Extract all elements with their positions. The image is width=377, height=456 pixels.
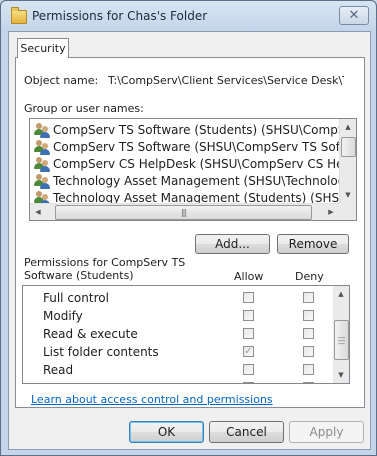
list-item-label: CompServ CS HelpDesk (SHSU\CompServ CS H…: [53, 157, 357, 171]
scroll-up-icon[interactable]: ▲: [333, 286, 349, 302]
deny-checkbox[interactable]: [303, 346, 314, 357]
list-item[interactable]: CompServ TS Software (Students) (SHSU\Co…: [34, 121, 357, 139]
allow-checkbox-checked[interactable]: ✓: [243, 346, 254, 357]
ok-button[interactable]: OK: [129, 421, 204, 443]
group-list-vertical-scrollbar[interactable]: ▲ ▼: [339, 119, 356, 203]
scroll-left-icon[interactable]: ◀: [30, 204, 46, 220]
scrollbar-corner: [339, 203, 356, 220]
permission-name: List folder contents: [43, 345, 159, 359]
scroll-down-icon[interactable]: ▼: [340, 187, 356, 203]
permission-row: Full control: [23, 289, 331, 307]
apply-button[interactable]: Apply: [289, 421, 364, 443]
close-button[interactable]: ✕: [339, 6, 369, 25]
scroll-right-icon[interactable]: ▶: [323, 204, 339, 220]
deny-checkbox[interactable]: [303, 364, 314, 375]
remove-button[interactable]: Remove: [277, 234, 349, 254]
resize-grip-icon[interactable]: [363, 442, 373, 452]
permission-name: Read & execute: [43, 327, 138, 341]
user-group-icon: [34, 156, 50, 172]
list-item[interactable]: Technology Asset Management (SHSU\Techno…: [34, 172, 357, 190]
user-group-icon: [34, 122, 50, 138]
permissions-dialog: Permissions for Chas's Folder ✕ Security…: [0, 0, 377, 456]
allow-checkbox[interactable]: [243, 382, 254, 383]
scrollbar-thumb[interactable]: |||: [55, 205, 312, 220]
permission-name: Modify: [43, 309, 83, 323]
permission-name: Read: [43, 363, 74, 377]
permission-row-partial: [23, 379, 331, 383]
deny-column-header: Deny: [295, 270, 324, 283]
scrollbar-thumb[interactable]: — — —: [334, 320, 349, 360]
allow-checkbox[interactable]: [243, 292, 254, 303]
list-item-label: Technology Asset Management (SHSU\Techno…: [53, 174, 357, 188]
group-list-horizontal-scrollbar[interactable]: ◀ ||| ▶: [30, 203, 339, 220]
title-bar[interactable]: Permissions for Chas's Folder ✕: [1, 1, 376, 31]
permissions-list[interactable]: Full control Modify Read & execute List …: [22, 285, 350, 384]
deny-checkbox[interactable]: [303, 328, 314, 339]
permission-row: Read: [23, 361, 331, 379]
permissions-label: Permissions for CompServ TS Software (St…: [24, 256, 186, 282]
deny-checkbox[interactable]: [303, 310, 314, 321]
group-list-label: Group or user names:: [24, 102, 144, 115]
allow-checkbox[interactable]: [243, 310, 254, 321]
window-title: Permissions for Chas's Folder: [32, 9, 208, 23]
add-button[interactable]: Add...: [195, 234, 270, 254]
list-item-label: CompServ TS Software (SHSU\CompServ TS S…: [53, 140, 357, 154]
allow-column-header: Allow: [234, 270, 264, 283]
scroll-up-icon[interactable]: ▲: [340, 119, 356, 135]
list-item[interactable]: CompServ TS Software (SHSU\CompServ TS S…: [34, 138, 357, 156]
deny-checkbox[interactable]: [303, 382, 314, 383]
user-group-icon: [34, 139, 50, 155]
list-item-label: CompServ TS Software (Students) (SHSU\Co…: [53, 123, 357, 137]
permission-row: Read & execute: [23, 325, 331, 343]
user-group-icon: [34, 173, 50, 189]
cancel-button[interactable]: Cancel: [209, 421, 284, 443]
object-name-label: Object name:: [24, 74, 99, 87]
folder-icon: [11, 7, 27, 24]
scroll-down-icon[interactable]: ▼: [333, 367, 349, 383]
permission-row: Modify: [23, 307, 331, 325]
allow-checkbox[interactable]: [243, 364, 254, 375]
permissions-vertical-scrollbar[interactable]: ▲ — — — ▼: [333, 286, 349, 383]
tab-security[interactable]: Security: [17, 38, 69, 58]
allow-checkbox[interactable]: [243, 328, 254, 339]
object-name-value: T:\CompServ\Client Services\Service Desk…: [108, 74, 344, 87]
permission-name: Full control: [43, 291, 109, 305]
dialog-body: Security Object name: T:\CompServ\Client…: [8, 31, 371, 450]
list-item[interactable]: CompServ CS HelpDesk (SHSU\CompServ CS H…: [34, 155, 357, 173]
deny-checkbox[interactable]: [303, 292, 314, 303]
access-control-help-link[interactable]: Learn about access control and permissio…: [31, 393, 273, 406]
scrollbar-thumb[interactable]: [341, 137, 356, 157]
permission-row: List folder contents ✓: [23, 343, 331, 361]
group-user-list[interactable]: CompServ TS Software (Students) (SHSU\Co…: [29, 118, 357, 221]
